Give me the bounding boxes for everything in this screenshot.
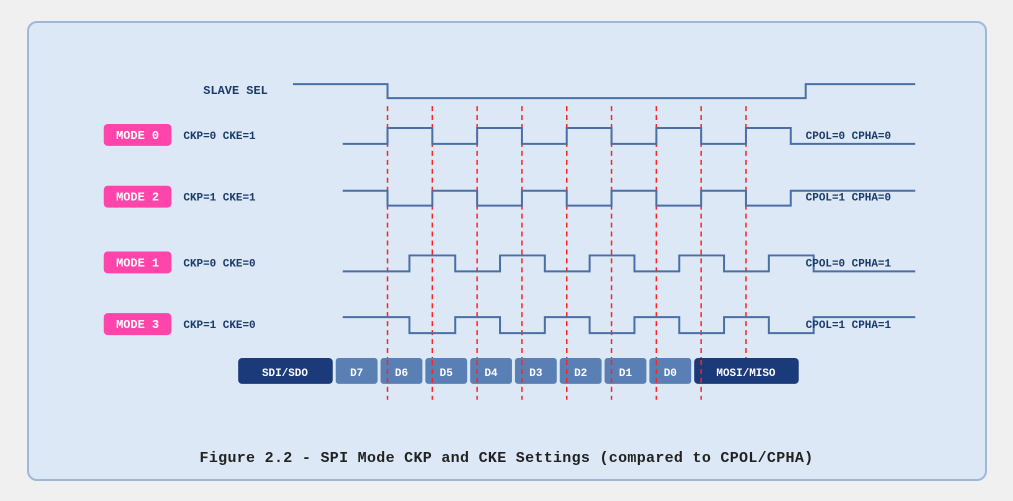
d3-label: D3 [529, 367, 543, 379]
mode1-params: CKP=0 CKE=0 [183, 258, 255, 270]
diagram-svg: .mode-badge { fill: #ff44aa; rx: 4; } .m… [49, 41, 965, 440]
d6-label: D6 [394, 367, 407, 379]
mode2-right: CPOL=1 CPHA=0 [805, 192, 890, 204]
d4-label: D4 [484, 367, 498, 379]
mode0-params: CKP=0 CKE=1 [183, 130, 256, 142]
d7-label: D7 [350, 367, 363, 379]
mode1-right: CPOL=0 CPHA=1 [805, 258, 891, 270]
mode3-badge: MODE 3 [116, 318, 159, 332]
mode2-params: CKP=1 CKE=1 [183, 192, 256, 204]
diagram-area: .mode-badge { fill: #ff44aa; rx: 4; } .m… [49, 41, 965, 440]
mode0-right: CPOL=0 CPHA=0 [805, 130, 890, 142]
mode3-right: CPOL=1 CPHA=1 [805, 320, 891, 332]
mode2-badge: MODE 2 [116, 190, 159, 204]
mode3-params: CKP=1 CKE=0 [183, 320, 255, 332]
diagram-container: .mode-badge { fill: #ff44aa; rx: 4; } .m… [27, 21, 987, 481]
mode1-badge: MODE 1 [116, 256, 159, 270]
sdi-sdo-label: SDI/SDO [261, 367, 307, 379]
mosi-miso-label: MOSI/MISO [716, 367, 776, 379]
d5-label: D5 [439, 367, 452, 379]
d1-label: D1 [618, 367, 632, 379]
d0-label: D0 [663, 367, 676, 379]
figure-caption: Figure 2.2 - SPI Mode CKP and CKE Settin… [200, 450, 814, 467]
mode0-badge: MODE 0 [116, 128, 159, 142]
slave-sel-label: SLAVE SEL [203, 84, 267, 98]
d2-label: D2 [574, 367, 587, 379]
